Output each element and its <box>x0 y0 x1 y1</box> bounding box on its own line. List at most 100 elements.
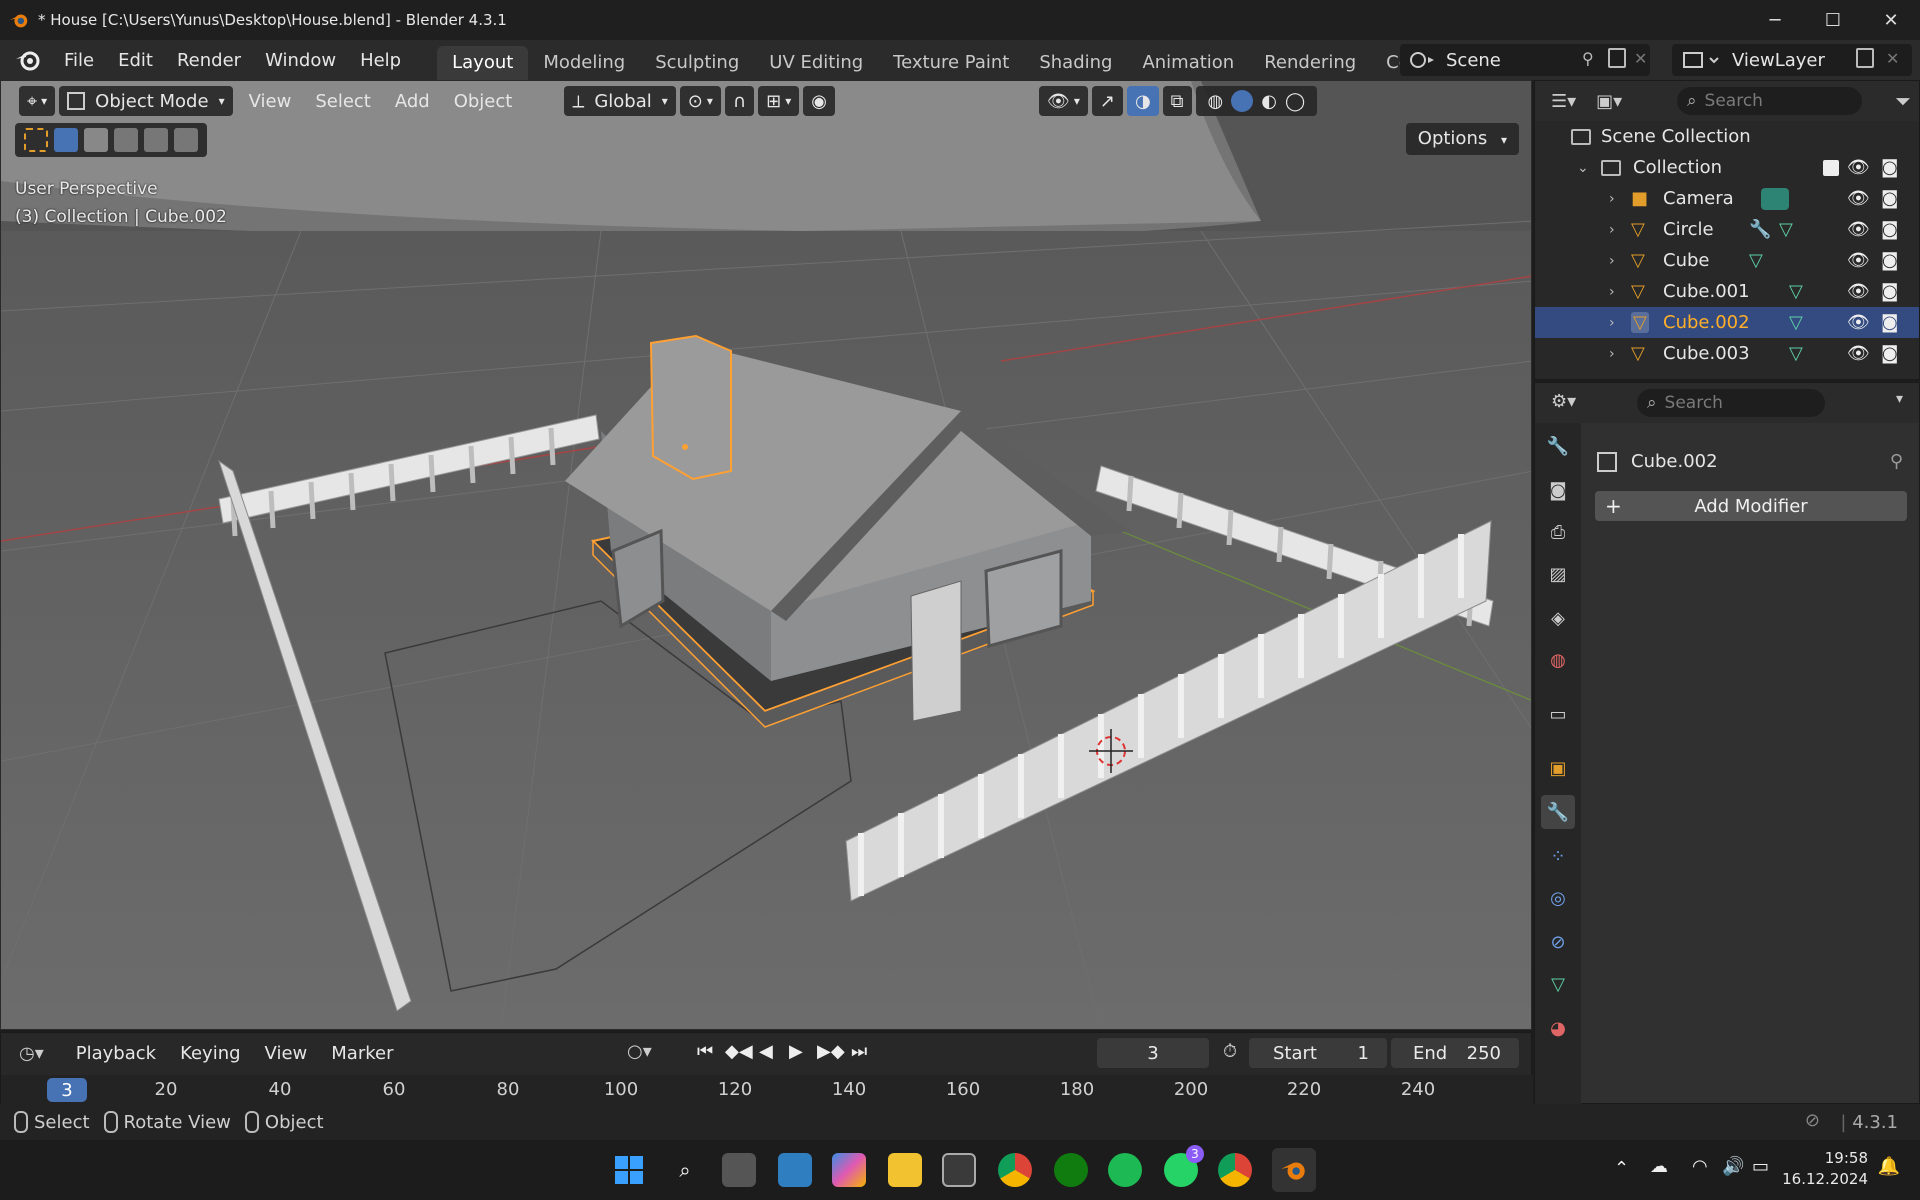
eye-icon[interactable]: 👁 <box>1847 219 1870 240</box>
tab-render[interactable]: ◙ <box>1541 473 1575 507</box>
3d-viewport[interactable]: ⌖ ▾ Object Mode ▾ View Select Add Object … <box>0 80 1532 1030</box>
notification-bell-icon[interactable]: 🔔 <box>1878 1156 1900 1177</box>
checkbox-icon[interactable] <box>1823 159 1839 176</box>
frame-ruler[interactable]: 3 20 40 60 80 100 120 140 160 180 200 22… <box>1 1075 1533 1105</box>
view-layer-selector[interactable]: ViewLayer ✕ <box>1672 44 1912 76</box>
solid-shading-icon[interactable] <box>1231 90 1254 112</box>
select-invert-icon[interactable] <box>144 128 168 152</box>
camera-render-icon[interactable]: ◙ <box>1881 343 1898 364</box>
wireframe-shading-icon[interactable]: ◍ <box>1208 91 1224 112</box>
view-layer-name[interactable]: ViewLayer <box>1732 50 1825 71</box>
outliner-item-cube[interactable]: › ▽ Cube ▽ 👁 ◙ <box>1535 245 1919 276</box>
close-button[interactable]: ✕ <box>1862 0 1920 40</box>
eye-icon[interactable]: 👁 <box>1847 281 1870 302</box>
eye-icon[interactable]: 👁 <box>1847 250 1870 271</box>
pivot-point-button[interactable]: ⊙ ▾ <box>679 86 721 116</box>
scene-name[interactable]: Scene <box>1446 50 1501 71</box>
task-view-icon[interactable] <box>722 1153 756 1187</box>
tray-chevron-up-icon[interactable]: ⌃ <box>1614 1158 1629 1179</box>
xbox-icon[interactable] <box>1054 1153 1088 1187</box>
select-extend-icon[interactable] <box>84 128 108 152</box>
menu-file[interactable]: File <box>52 50 106 71</box>
viewport-scene[interactable] <box>1 81 1532 1030</box>
expand-arrow-icon[interactable]: › <box>1609 222 1615 238</box>
tab-modifiers[interactable]: 🔧 <box>1541 795 1575 829</box>
select-tool-icon[interactable] <box>24 128 48 152</box>
widgets-icon[interactable] <box>778 1153 812 1187</box>
wifi-icon[interactable]: ◠ <box>1692 1156 1708 1177</box>
delete-view-layer-icon[interactable]: ✕ <box>1886 49 1899 68</box>
scene-collection-row[interactable]: Scene Collection <box>1535 121 1919 152</box>
onedrive-icon[interactable]: ☁ <box>1650 1156 1668 1177</box>
overlay-toggle[interactable]: ◑ <box>1126 86 1159 116</box>
copilot-icon[interactable] <box>832 1153 866 1187</box>
new-scene-icon[interactable] <box>1608 48 1626 68</box>
xray-toggle[interactable]: ⧉ <box>1162 86 1192 116</box>
camera-render-icon[interactable]: ◙ <box>1881 312 1898 333</box>
jump-start-icon[interactable]: ⏮ <box>697 1041 713 1062</box>
snap-toggle[interactable]: ∩ <box>724 86 755 116</box>
jump-end-icon[interactable]: ⏭ <box>851 1041 867 1062</box>
timeline-menu-marker[interactable]: Marker <box>319 1043 405 1064</box>
blender-taskbar-icon[interactable] <box>1272 1148 1316 1192</box>
new-view-layer-icon[interactable] <box>1856 48 1874 68</box>
expand-arrow-icon[interactable]: › <box>1609 253 1615 269</box>
chrome-icon[interactable] <box>998 1153 1032 1187</box>
select-subtract-icon[interactable] <box>114 128 138 152</box>
stopwatch-icon[interactable]: ⏱ <box>1223 1041 1237 1062</box>
viewport-menu-add[interactable]: Add <box>383 91 442 112</box>
expand-arrow-icon[interactable]: › <box>1609 315 1615 331</box>
tab-uv-editing[interactable]: UV Editing <box>754 46 878 80</box>
current-frame-indicator[interactable]: 3 <box>47 1078 87 1102</box>
mode-selector[interactable]: Object Mode ▾ <box>59 86 233 116</box>
eye-icon[interactable]: 👁 <box>1847 343 1870 364</box>
tab-layout[interactable]: Layout <box>437 46 529 80</box>
shading-modes[interactable]: ◍ ◐ ◯ <box>1195 86 1318 116</box>
outliner-item-cube-002[interactable]: › ▽ Cube.002 ▽ 👁 ◙ <box>1535 307 1919 338</box>
tab-data[interactable]: ▽ <box>1541 967 1575 1001</box>
menu-help[interactable]: Help <box>348 50 413 71</box>
filter-icon[interactable]: ⏷ <box>1895 89 1911 113</box>
battery-icon[interactable]: ▭ <box>1752 1156 1769 1177</box>
system-clock[interactable]: 19:58 16.12.2024 <box>1782 1148 1868 1190</box>
visibility-button[interactable]: 👁 ▾ <box>1038 86 1088 116</box>
camera-render-icon[interactable]: ◙ <box>1881 219 1898 240</box>
camera-render-icon[interactable]: ◙ <box>1881 250 1898 271</box>
tab-physics[interactable]: ◎ <box>1541 881 1575 915</box>
tab-rendering[interactable]: Rendering <box>1249 46 1371 80</box>
volume-icon[interactable]: 🔊 <box>1722 1156 1744 1177</box>
file-explorer-icon[interactable] <box>888 1153 922 1187</box>
next-keyframe-icon[interactable]: ▶◆ <box>817 1041 845 1062</box>
tab-sculpting[interactable]: Sculpting <box>640 46 754 80</box>
spotify-icon[interactable] <box>1108 1153 1142 1187</box>
camera-render-icon[interactable]: ◙ <box>1881 281 1898 302</box>
minimize-button[interactable]: ─ <box>1746 0 1804 40</box>
end-frame-field[interactable]: End 250 <box>1391 1038 1519 1068</box>
tab-animation[interactable]: Animation <box>1127 46 1249 80</box>
tab-particles[interactable]: ⁘ <box>1541 839 1575 873</box>
tab-tool[interactable]: 🔧 <box>1541 429 1575 463</box>
snap-target-button[interactable]: ⊞ ▾ <box>758 86 800 116</box>
outliner-item-cube-001[interactable]: › ▽ Cube.001 ▽ 👁 ◙ <box>1535 276 1919 307</box>
tab-view-layer[interactable]: ▨ <box>1541 557 1575 591</box>
tab-world[interactable]: ◍ <box>1541 643 1575 677</box>
play-reverse-icon[interactable]: ◀ <box>759 1041 773 1062</box>
timeline-menu-view[interactable]: View <box>253 1043 320 1064</box>
tab-texture-paint[interactable]: Texture Paint <box>878 46 1024 80</box>
outliner-item-camera[interactable]: › ■ Camera 👁 ◙ <box>1535 183 1919 214</box>
tab-scene[interactable]: ◈ <box>1541 601 1575 635</box>
options-button[interactable]: Options ▾ <box>1405 123 1519 155</box>
menu-window[interactable]: Window <box>253 50 348 71</box>
pin-icon[interactable]: ⚲ <box>1890 451 1903 472</box>
expand-arrow-icon[interactable]: › <box>1609 284 1615 300</box>
timeline-editor-icon[interactable]: ◷▾ <box>19 1043 44 1064</box>
current-frame-field[interactable]: 3 <box>1097 1038 1209 1068</box>
properties-search[interactable]: ⌕ Search <box>1637 389 1825 417</box>
outliner-item-cube-003[interactable]: › ▽ Cube.003 ▽ 👁 ◙ <box>1535 338 1919 369</box>
timeline-menu-playback[interactable]: Playback <box>64 1043 168 1064</box>
display-mode-icon[interactable]: ▣▾ <box>1596 91 1622 112</box>
delete-scene-icon[interactable]: ✕ <box>1634 49 1647 68</box>
blender-logo-icon[interactable] <box>14 46 42 74</box>
properties-editor-icon[interactable]: ⚙▾ <box>1551 391 1576 412</box>
eye-icon[interactable]: 👁 <box>1847 157 1870 178</box>
